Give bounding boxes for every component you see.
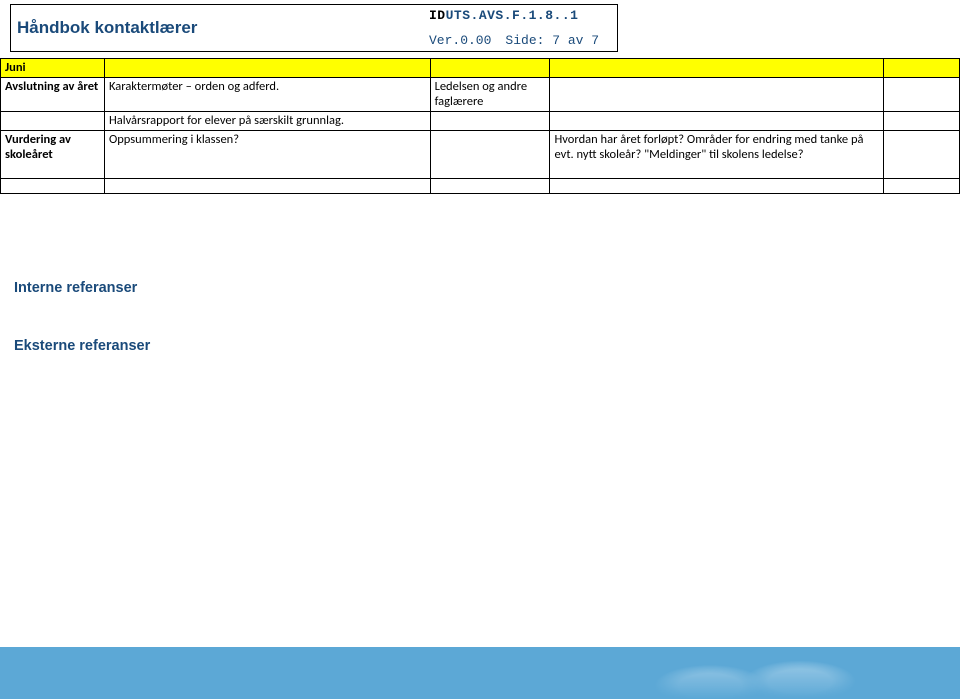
document-version-line: Ver.0.00 Side: 7 av 7 — [429, 33, 611, 48]
table-row — [1, 178, 960, 193]
document-version: Ver.0.00 — [429, 33, 491, 48]
empty-cell — [550, 59, 884, 78]
document-title: Håndbok kontaktlærer — [17, 18, 197, 38]
doc-id-rest: UTS.AVS.F.1.8..1 — [446, 8, 579, 23]
table-row: Vurdering av skoleåret Oppsummering i kl… — [1, 130, 960, 178]
cell: Ledelsen og andre faglærere — [430, 77, 550, 111]
empty-cell — [430, 59, 550, 78]
schedule-table: Juni Avslutning av året Karaktermøter – … — [0, 58, 960, 194]
row-label — [1, 111, 105, 130]
row-label: Avslutning av året — [1, 77, 105, 111]
empty-cell — [884, 130, 960, 178]
empty-cell — [1, 178, 105, 193]
external-references-heading: Eksterne referanser — [14, 338, 150, 354]
empty-cell — [884, 111, 960, 130]
empty-cell — [884, 77, 960, 111]
document-id: IDUTS.AVS.F.1.8..1 — [429, 8, 611, 23]
cell: Halvårsrapport for elever på særskilt gr… — [104, 111, 430, 130]
empty-cell — [550, 178, 884, 193]
cell: Oppsummering i klassen? — [104, 130, 430, 178]
document-header: Håndbok kontaktlærer IDUTS.AVS.F.1.8..1 … — [10, 4, 618, 52]
cell — [430, 130, 550, 178]
reference-sections: Interne referanser Eksterne referanser — [14, 280, 150, 396]
document-title-wrap: Håndbok kontaktlærer — [11, 5, 429, 51]
empty-cell — [884, 59, 960, 78]
internal-references-heading: Interne referanser — [14, 280, 150, 296]
cell — [550, 77, 884, 111]
cell — [430, 111, 550, 130]
empty-cell — [104, 178, 430, 193]
cell: Karaktermøter – orden og adferd. — [104, 77, 430, 111]
cell: Hvordan har året forløpt? Områder for en… — [550, 130, 884, 178]
row-label: Vurdering av skoleåret — [1, 130, 105, 178]
doc-id-prefix: ID — [429, 8, 446, 23]
month-header-row: Juni — [1, 59, 960, 78]
document-meta: IDUTS.AVS.F.1.8..1 Ver.0.00 Side: 7 av 7 — [429, 5, 617, 51]
empty-cell — [104, 59, 430, 78]
cell — [550, 111, 884, 130]
empty-cell — [430, 178, 550, 193]
table-row: Halvårsrapport for elever på særskilt gr… — [1, 111, 960, 130]
document-page: Side: 7 av 7 — [505, 33, 599, 48]
empty-cell — [884, 178, 960, 193]
table-row: Avslutning av året Karaktermøter – orden… — [1, 77, 960, 111]
footer-brand-bar — [0, 647, 960, 699]
month-cell: Juni — [1, 59, 105, 78]
